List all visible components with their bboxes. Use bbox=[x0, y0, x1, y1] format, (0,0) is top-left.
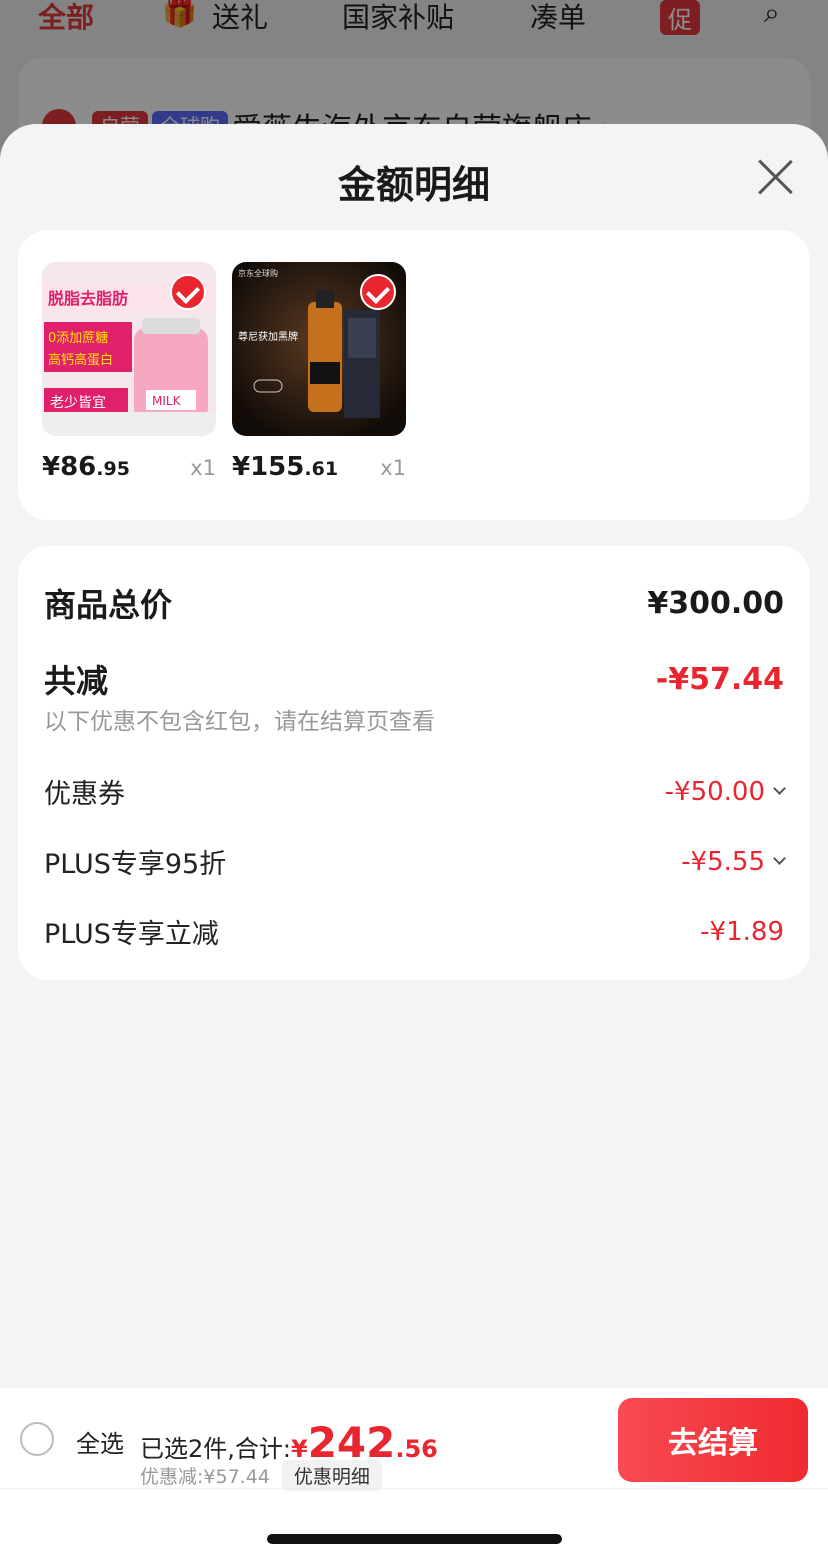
svg-text:高钙高蛋白: 高钙高蛋白 bbox=[48, 352, 113, 368]
amount-detail-sheet: 金额明细 脱脂去脂肪 0添加蔗糖 高钙高蛋白 老少皆宜 MILK ¥86.95 … bbox=[0, 124, 828, 1562]
discount-amount: 优惠减:¥57.44 bbox=[140, 1466, 270, 1488]
milk-powder-product-image: 脱脂去脂肪 0添加蔗糖 高钙高蛋白 老少皆宜 MILK bbox=[42, 262, 216, 436]
product-item[interactable]: 京东全球购 尊尼获加黑牌 ¥155.61 x1 bbox=[232, 262, 406, 482]
total-price-label: 商品总价 bbox=[44, 586, 173, 624]
whisky-product-image: 京东全球购 尊尼获加黑牌 bbox=[232, 262, 406, 436]
plus-reduction-row: PLUS专享立减 -¥1.89 bbox=[44, 912, 784, 951]
plus-discount-label: PLUS专享95折 bbox=[44, 849, 227, 880]
svg-text:0添加蔗糖: 0添加蔗糖 bbox=[48, 330, 108, 346]
plus-discount-value: -¥5.55 bbox=[681, 846, 765, 877]
plus-reduction-label: PLUS专享立减 bbox=[44, 919, 219, 950]
selected-count-text: 已选2件,合计: bbox=[140, 1435, 291, 1463]
checked-icon[interactable] bbox=[360, 274, 396, 310]
svg-text:老少皆宜: 老少皆宜 bbox=[50, 395, 106, 411]
sheet-title: 金额明细 bbox=[337, 163, 490, 207]
product-price: ¥155.61 bbox=[232, 452, 339, 482]
plus-reduction-value: -¥1.89 bbox=[700, 916, 784, 947]
checkout-bar: 全选 已选2件,合计: ¥ 242 .56 优惠减:¥57.44 优惠明细 去结… bbox=[0, 1388, 828, 1562]
discount-line: 优惠减:¥57.44 优惠明细 bbox=[140, 1460, 382, 1491]
coupon-row[interactable]: 优惠券 -¥50.00 bbox=[44, 772, 786, 811]
product-price: ¥86.95 bbox=[42, 452, 130, 482]
divider bbox=[0, 1488, 828, 1489]
coupon-value: -¥50.00 bbox=[664, 776, 765, 807]
svg-text:MILK: MILK bbox=[152, 394, 182, 408]
reduction-hint: 以下优惠不包含红包，请在结算页查看 bbox=[44, 709, 435, 735]
home-indicator[interactable] bbox=[267, 1534, 562, 1544]
checked-icon[interactable] bbox=[170, 274, 206, 310]
total-decimal: .56 bbox=[395, 1435, 438, 1463]
svg-text:尊尼获加黑牌: 尊尼获加黑牌 bbox=[238, 330, 298, 343]
coupon-label: 优惠券 bbox=[44, 779, 125, 810]
discount-detail-button[interactable]: 优惠明细 bbox=[281, 1460, 382, 1491]
close-icon[interactable] bbox=[756, 158, 794, 196]
svg-text:脱脂去脂肪: 脱脂去脂肪 bbox=[48, 289, 128, 308]
product-quantity: x1 bbox=[380, 456, 406, 480]
checkout-button[interactable]: 去结算 bbox=[618, 1398, 808, 1482]
product-quantity: x1 bbox=[190, 456, 216, 480]
chevron-down-icon[interactable] bbox=[773, 852, 786, 865]
svg-text:京东全球购: 京东全球购 bbox=[238, 268, 278, 278]
total-price-value: ¥300.00 bbox=[647, 585, 784, 621]
total-currency: ¥ bbox=[290, 1435, 308, 1463]
total-reduction-label: 共减 bbox=[44, 662, 109, 700]
amount-summary-card: 商品总价 ¥300.00 共减 -¥57.44 以下优惠不包含红包，请在结算页查… bbox=[18, 546, 810, 980]
select-all-label[interactable]: 全选 bbox=[76, 1424, 124, 1459]
total-price-row: 商品总价 ¥300.00 bbox=[44, 580, 784, 626]
chevron-down-icon[interactable] bbox=[773, 782, 786, 795]
products-card: 脱脂去脂肪 0添加蔗糖 高钙高蛋白 老少皆宜 MILK ¥86.95 x1 京东… bbox=[18, 230, 810, 520]
total-reduction-row: 共减 -¥57.44 bbox=[44, 656, 784, 702]
plus-discount-row[interactable]: PLUS专享95折 -¥5.55 bbox=[44, 842, 786, 881]
product-item[interactable]: 脱脂去脂肪 0添加蔗糖 高钙高蛋白 老少皆宜 MILK ¥86.95 x1 bbox=[42, 262, 216, 482]
total-reduction-value: -¥57.44 bbox=[655, 661, 784, 697]
select-all-radio[interactable] bbox=[20, 1422, 54, 1456]
